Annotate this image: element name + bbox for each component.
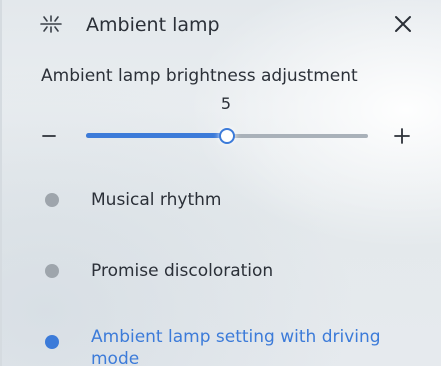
panel-title: Ambient lamp [86,14,220,36]
ambient-lamp-panel: Ambient lamp Ambient lamp brightness adj… [0,0,441,366]
option-dot [45,193,59,207]
brightness-value: 5 [220,94,232,113]
option-dot [45,335,59,349]
option-promise-discoloration[interactable]: Promise discoloration [42,257,431,287]
ambient-lamp-icon [39,14,63,34]
close-icon [395,16,411,32]
brightness-slider[interactable] [86,124,368,148]
brightness-label: Ambient lamp brightness adjustment [41,66,358,86]
option-label: Musical rhythm [91,190,222,210]
slider-fill [86,133,227,138]
plus-icon [394,128,410,144]
option-musical-rhythm[interactable]: Musical rhythm [42,186,431,216]
increase-brightness-button[interactable] [390,124,414,148]
option-dot [45,264,59,278]
option-label: Promise discoloration [91,261,274,281]
panel-header: Ambient lamp [2,0,441,52]
minus-icon [42,135,56,137]
option-label: Ambient lamp setting with driving mode [91,327,381,366]
slider-thumb[interactable] [219,128,235,144]
option-driving-mode-setting[interactable]: Ambient lamp setting with driving mode [42,326,431,366]
close-button[interactable] [391,12,415,36]
decrease-brightness-button[interactable] [38,124,62,148]
